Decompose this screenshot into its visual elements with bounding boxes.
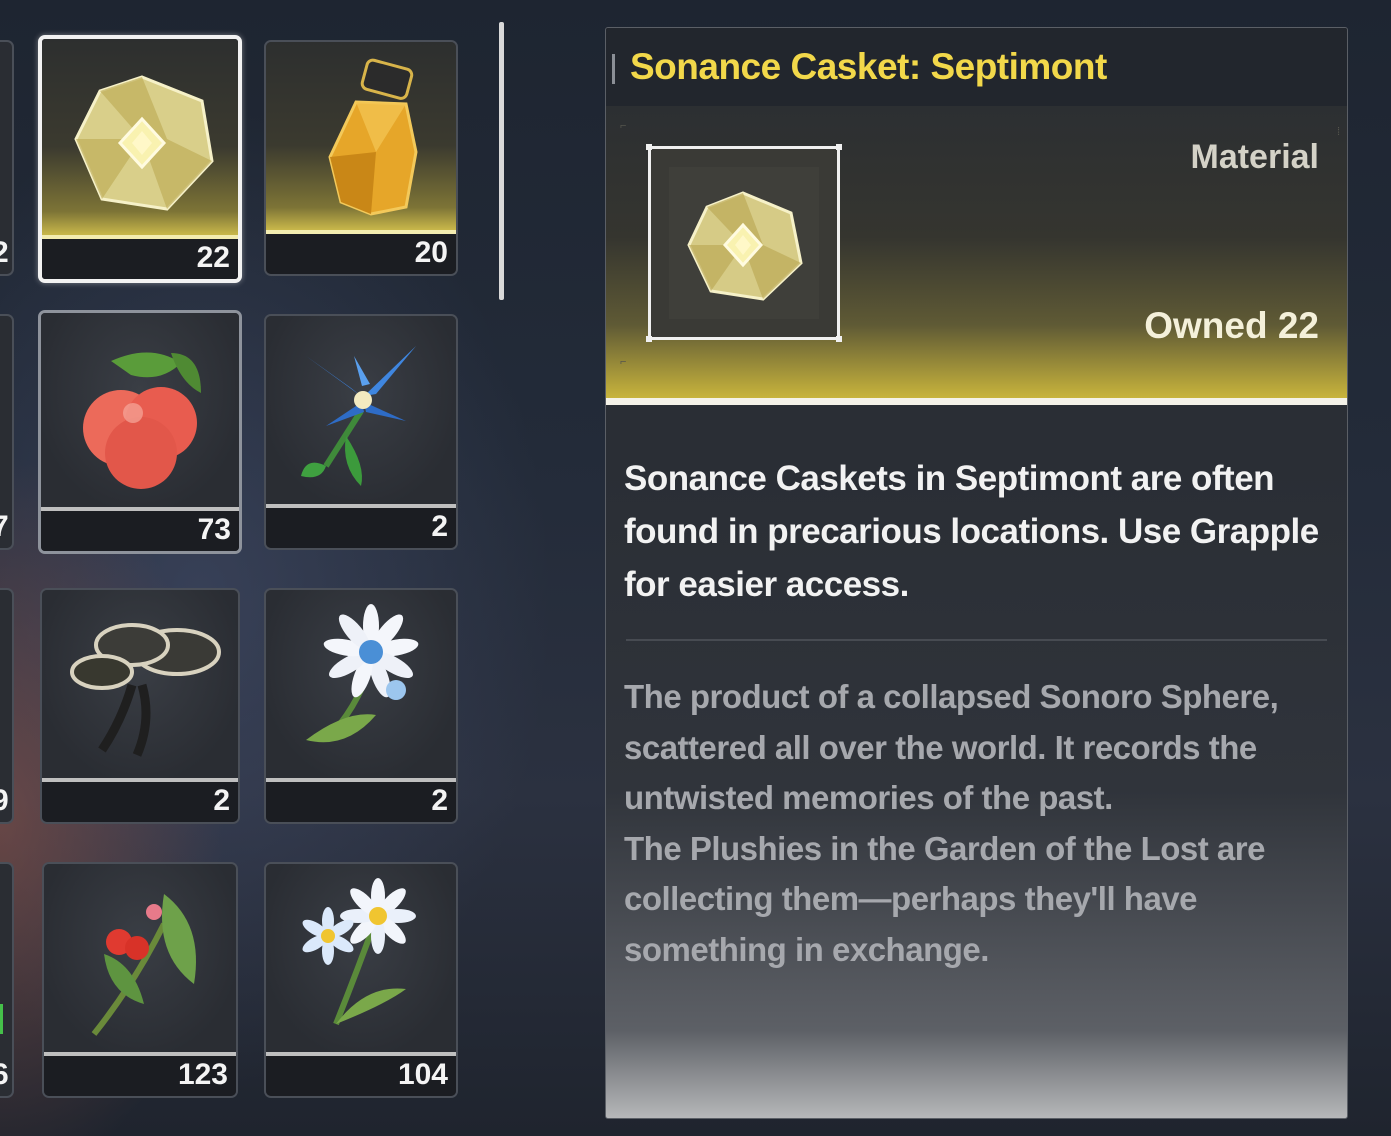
- item-art: [266, 316, 456, 504]
- slot-count: 2: [431, 784, 448, 817]
- slot-count: 104: [397, 1058, 448, 1091]
- slot-count: 22: [196, 241, 230, 274]
- section-divider: [626, 639, 1327, 641]
- daisy-icon: [306, 604, 419, 743]
- item-slot-blue-iris[interactable]: 2: [264, 314, 458, 550]
- sonance-casket-icon: [669, 167, 819, 319]
- slot-count: 123: [177, 1058, 228, 1091]
- dots-icon: ⁞: [1336, 126, 1340, 138]
- lore-paragraph: The product of a collapsed Sonoro Sphere…: [624, 678, 1279, 816]
- slot-count: 2: [0, 236, 9, 270]
- status-marker: [0, 1004, 3, 1034]
- partial-slot[interactable]: 7: [0, 314, 14, 550]
- item-art: [44, 864, 236, 1052]
- item-category: Material: [1190, 138, 1320, 176]
- partial-slot[interactable]: 2: [0, 40, 14, 276]
- frame-corner: [836, 336, 842, 342]
- item-slot-potion[interactable]: 20: [264, 40, 458, 276]
- partial-slot[interactable]: 9: [0, 588, 14, 824]
- sonance-casket-icon: [74, 75, 214, 211]
- item-art: [266, 42, 456, 230]
- partial-slot[interactable]: 6: [0, 862, 14, 1098]
- item-detail-panel: Sonance Casket: Septimont ⌐ ⌐ ⁞ Material…: [605, 27, 1348, 1119]
- item-art: [266, 864, 456, 1052]
- count-bar: [266, 782, 456, 822]
- item-slot-berry-sprig[interactable]: 123: [42, 862, 238, 1098]
- corner-mark-icon: ⌐: [620, 356, 627, 368]
- frame-corner: [836, 144, 842, 150]
- slot-count: 6: [0, 1058, 9, 1092]
- item-lore: The product of a collapsed Sonoro Sphere…: [624, 672, 1336, 975]
- item-slot-daisy[interactable]: 2: [264, 588, 458, 824]
- slot-count: 9: [0, 784, 9, 818]
- item-description: Sonance Caskets in Septimont are often f…: [624, 459, 1319, 604]
- frame-corner: [646, 336, 652, 342]
- item-art: [42, 39, 238, 235]
- berry-sprig-icon: [91, 894, 196, 1036]
- detail-title-bar: Sonance Casket: Septimont: [606, 28, 1347, 106]
- slot-count: 2: [213, 784, 230, 817]
- blue-iris-icon: [301, 346, 416, 486]
- item-slot-red-berry[interactable]: 73: [38, 310, 242, 554]
- slot-count: 20: [414, 236, 448, 269]
- inventory-scrollbar[interactable]: [499, 22, 504, 300]
- slot-count: 2: [431, 510, 448, 543]
- potion-bottle-icon: [328, 58, 418, 216]
- item-art: [42, 590, 238, 778]
- owned-count: Owned 22: [1144, 305, 1319, 346]
- slot-count: 73: [197, 513, 231, 546]
- item-title: Sonance Casket: Septimont: [630, 46, 1107, 87]
- frame-corner: [646, 144, 652, 150]
- inventory-grid: 2 7 9 6 22 20: [0, 0, 480, 1136]
- item-slot-sonance-casket[interactable]: 22: [38, 35, 242, 283]
- count-bar: [42, 782, 238, 822]
- hero-divider: [606, 398, 1347, 405]
- title-marker: [612, 54, 615, 84]
- fungus-icon: [70, 623, 221, 757]
- count-bar: [266, 508, 456, 548]
- slot-count: 7: [0, 510, 9, 544]
- wildflower-icon: [302, 878, 416, 1026]
- red-berry-icon: [83, 352, 201, 489]
- item-slot-fungus[interactable]: 2: [40, 588, 240, 824]
- lore-paragraph: The Plushies in the Garden of the Lost a…: [624, 829, 1265, 968]
- item-art: [266, 590, 456, 778]
- item-preview-frame: [646, 144, 842, 342]
- item-art: [41, 313, 239, 507]
- item-slot-wildflower[interactable]: 104: [264, 862, 458, 1098]
- corner-mark-icon: ⌐: [620, 120, 627, 132]
